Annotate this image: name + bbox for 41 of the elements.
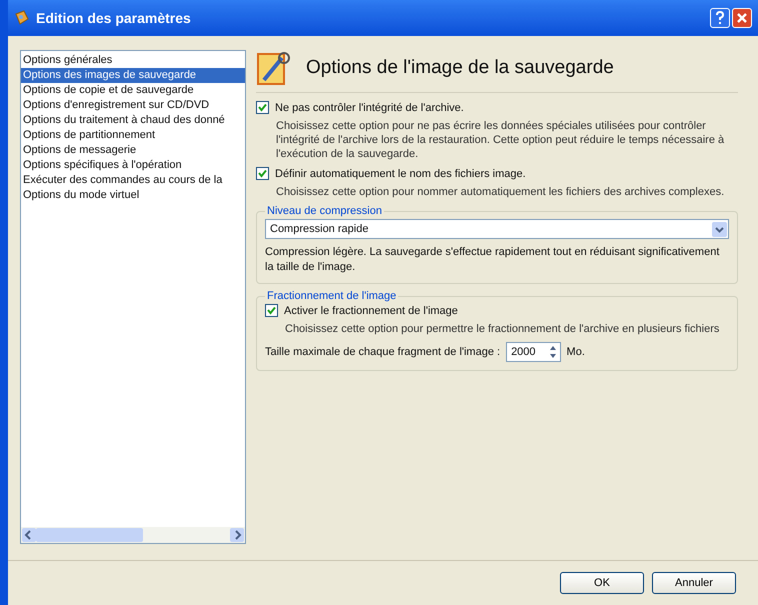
sidebar-item[interactable]: Options du traitement à chaud des donné — [21, 113, 245, 128]
size-label: Taille maximale de chaque fragment de l'image : — [265, 346, 500, 358]
option-description: Choisissez cette option pour nommer automatiquement les fichiers des archives complexes. — [276, 185, 726, 199]
spin-arrows-icon[interactable] — [548, 344, 558, 360]
panel-title: Options de l'image de la sauvegarde — [306, 57, 614, 79]
sidebar-item[interactable]: Options de messagerie — [21, 143, 245, 158]
checkbox[interactable] — [265, 304, 278, 317]
close-button[interactable] — [732, 8, 752, 28]
option-description: Choisissez cette option pour ne pas écrire les données spéciales utilisées pour contrôler l'intégrité de l'archive lors de la restauration. Cette option peut réduire le temps nécessaire à l'exécution de la sauvegarde. — [276, 119, 726, 161]
scroll-right-icon[interactable] — [230, 528, 244, 542]
close-icon[interactable] — [736, 12, 748, 24]
sidebar-item[interactable]: Options de partitionnement — [21, 128, 245, 143]
compression-dropdown[interactable]: Compression rapide — [265, 219, 729, 239]
sidebar-item[interactable]: Options des images de sauvegarde — [21, 68, 245, 83]
scroll-thumb[interactable] — [36, 528, 143, 542]
sidebar-item[interactable]: Options du mode virtuel — [21, 188, 245, 203]
cancel-button[interactable]: Annuler — [652, 572, 736, 594]
group-title: Fractionnement de l'image — [266, 290, 398, 302]
settings-brush-icon — [256, 50, 292, 86]
checkbox[interactable] — [256, 101, 269, 114]
window-title: Edition des paramètres — [36, 10, 191, 26]
help-button[interactable] — [710, 8, 730, 28]
help-icon[interactable] — [714, 11, 726, 25]
compression-description: Compression légère. La sauvegarde s'effectue rapidement tout en réduisant significativement la taille de l'image. — [265, 245, 720, 275]
checkbox[interactable] — [256, 167, 269, 180]
ok-button[interactable]: OK — [560, 572, 644, 594]
option-label[interactable]: Définir automatiquement le nom des fichiers image. — [275, 168, 526, 180]
scroll-left-icon[interactable] — [22, 528, 36, 542]
app-icon — [14, 10, 30, 26]
option-description: Choisissez cette option pour permettre le fractionnement de l'archive en plusieurs fichiers — [285, 322, 720, 336]
sidebar-item[interactable]: Exécuter des commandes au cours de la — [21, 173, 245, 188]
option-label[interactable]: Ne pas contrôler l'intégrité de l'archive. — [275, 102, 464, 114]
unit-label: Mo. — [566, 346, 585, 358]
size-spinbox[interactable]: 2000 — [506, 342, 561, 362]
sidebar-item[interactable]: Options spécifiques à l'opération — [21, 158, 245, 173]
sidebar-item[interactable]: Options de copie et de sauvegarde — [21, 83, 245, 98]
horizontal-scrollbar[interactable] — [21, 527, 245, 543]
group-title: Niveau de compression — [266, 205, 383, 217]
sidebar-item[interactable]: Options générales — [21, 53, 245, 68]
sidebar-item[interactable]: Options d'enregistrement sur CD/DVD — [21, 98, 245, 113]
option-label[interactable]: Activer le fractionnement de l'image — [284, 304, 458, 316]
